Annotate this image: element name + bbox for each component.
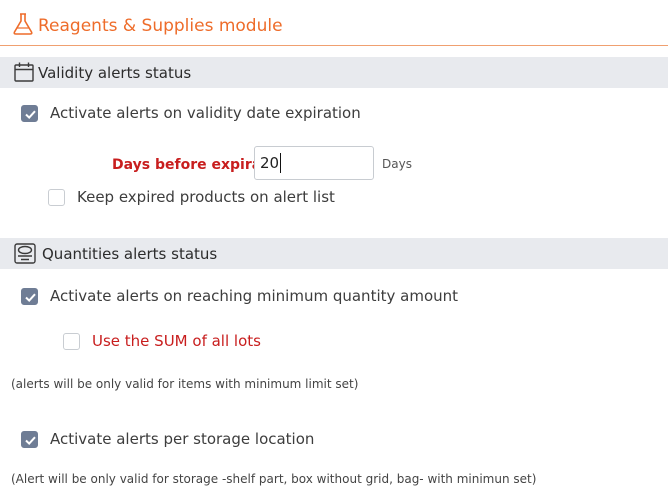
- storage-location-label[interactable]: Activate alerts per storage location: [50, 430, 314, 448]
- text-caret: [280, 153, 281, 173]
- sum-all-lots-label[interactable]: Use the SUM of all lots: [92, 332, 261, 350]
- quantity-note: (alerts will be only valid for items wit…: [11, 377, 359, 391]
- activate-validity-checkbox[interactable]: [21, 105, 38, 122]
- validity-section-title: Validity alerts status: [38, 64, 192, 82]
- activate-quantity-checkbox[interactable]: [21, 288, 38, 305]
- flask-icon: [12, 12, 34, 40]
- validity-section-header: Validity alerts status: [0, 57, 668, 88]
- quantities-section-header: Quantities alerts status: [0, 238, 668, 269]
- storage-location-checkbox[interactable]: [21, 431, 38, 448]
- activate-validity-label[interactable]: Activate alerts on validity date expirat…: [50, 104, 361, 122]
- module-header: Reagents & Supplies module: [0, 0, 668, 46]
- storage-note: (Alert will be only valid for storage -s…: [11, 472, 537, 486]
- keep-expired-label[interactable]: Keep expired products on alert list: [77, 188, 335, 206]
- module-title: Reagents & Supplies module: [38, 16, 283, 36]
- calendar-icon: [13, 61, 35, 87]
- activate-quantity-label[interactable]: Activate alerts on reaching minimum quan…: [50, 287, 458, 305]
- sum-all-lots-checkbox[interactable]: [63, 333, 80, 350]
- days-unit-label: Days: [382, 157, 412, 171]
- days-before-expiration-input[interactable]: [254, 146, 374, 180]
- scale-icon: [13, 241, 37, 269]
- keep-expired-checkbox[interactable]: [48, 189, 65, 206]
- quantities-section-title: Quantities alerts status: [42, 245, 218, 263]
